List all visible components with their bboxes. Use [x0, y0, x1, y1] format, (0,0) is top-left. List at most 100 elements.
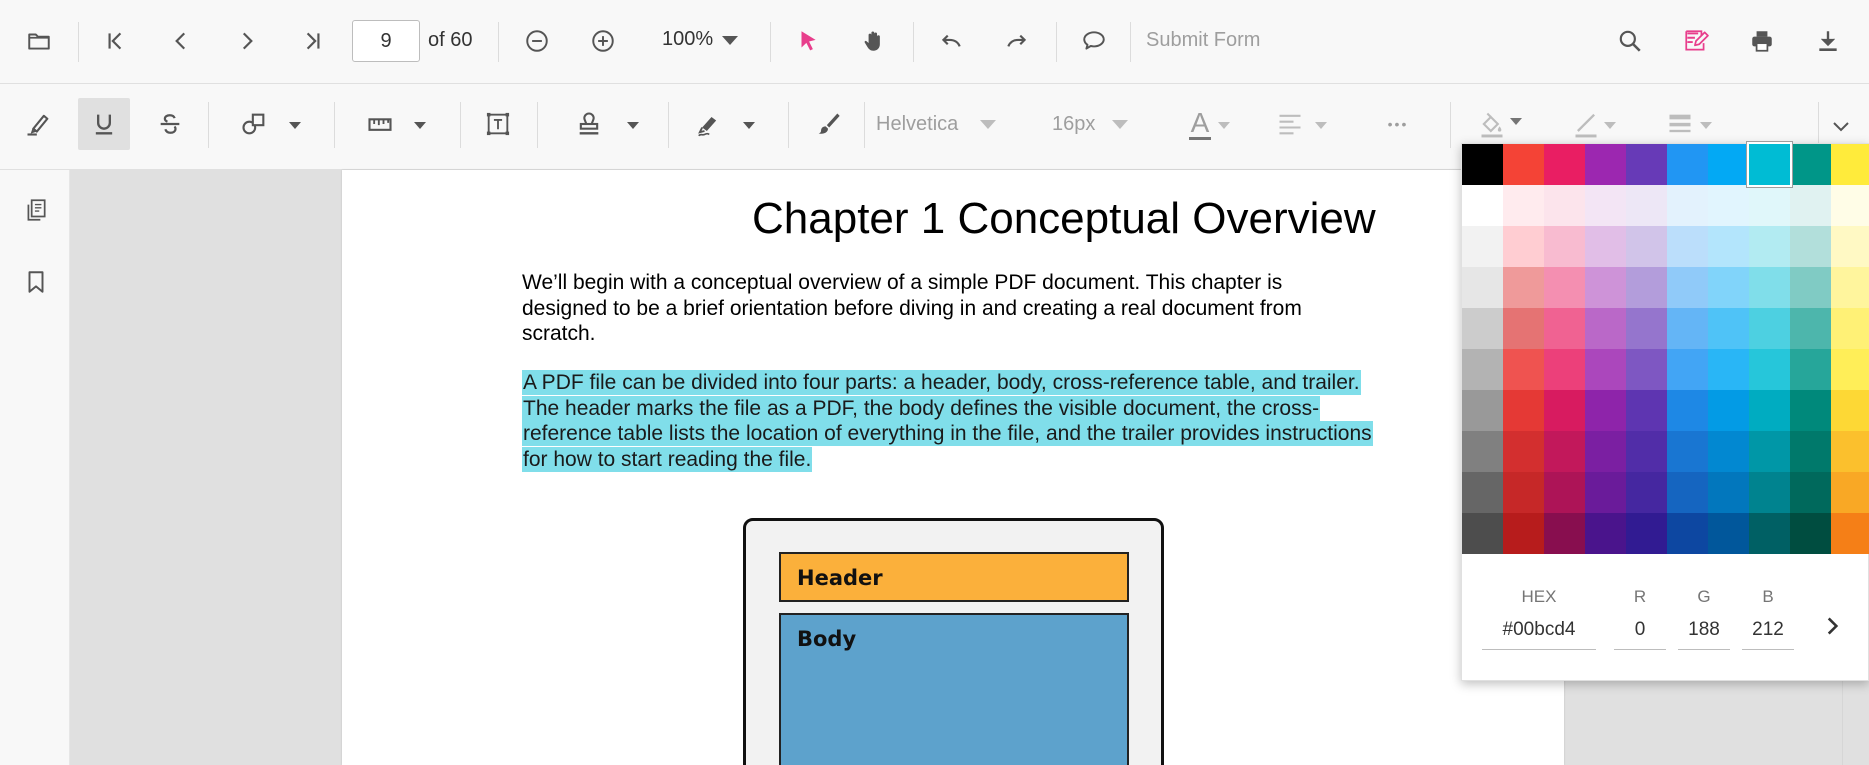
- color-swatch[interactable]: [1462, 144, 1503, 185]
- print-button[interactable]: [1739, 18, 1785, 64]
- color-swatch[interactable]: [1585, 472, 1626, 513]
- color-swatch[interactable]: [1544, 472, 1585, 513]
- color-swatch[interactable]: [1462, 431, 1503, 472]
- text-align-caret-icon[interactable]: [1315, 122, 1327, 129]
- zoom-level[interactable]: 100%: [662, 28, 713, 51]
- stamp-dropdown-caret-icon[interactable]: [627, 122, 639, 129]
- open-file-button[interactable]: [16, 18, 62, 64]
- line-thickness-caret-icon[interactable]: [1700, 122, 1712, 129]
- color-swatch[interactable]: [1831, 431, 1869, 472]
- color-swatch[interactable]: [1626, 308, 1667, 349]
- toolbar-collapse-button[interactable]: [1826, 112, 1856, 142]
- color-swatch[interactable]: [1585, 267, 1626, 308]
- green-input[interactable]: 188: [1678, 610, 1730, 650]
- color-swatch[interactable]: [1585, 431, 1626, 472]
- color-swatch[interactable]: [1749, 513, 1790, 554]
- color-swatch[interactable]: [1585, 513, 1626, 554]
- selection-tool-button[interactable]: [785, 18, 831, 64]
- color-swatch[interactable]: [1708, 308, 1749, 349]
- color-swatch[interactable]: [1544, 185, 1585, 226]
- previous-page-button[interactable]: [158, 18, 204, 64]
- font-size-caret-icon[interactable]: [1112, 120, 1128, 129]
- color-swatch[interactable]: [1626, 472, 1667, 513]
- more-options-button[interactable]: •••: [1372, 98, 1424, 150]
- color-swatch[interactable]: [1749, 472, 1790, 513]
- color-swatch[interactable]: [1790, 144, 1831, 185]
- bookmarks-button[interactable]: [16, 262, 56, 302]
- highlight-annotation[interactable]: A PDF file can be divided into four part…: [522, 370, 1373, 472]
- color-swatch[interactable]: [1667, 267, 1708, 308]
- color-swatch[interactable]: [1503, 267, 1544, 308]
- color-swatch[interactable]: [1790, 308, 1831, 349]
- color-swatch[interactable]: [1462, 185, 1503, 226]
- zoom-dropdown-caret-icon[interactable]: [722, 36, 738, 45]
- color-swatch[interactable]: [1790, 226, 1831, 267]
- color-swatch[interactable]: [1503, 513, 1544, 554]
- signature-tool-button[interactable]: [682, 98, 734, 150]
- zoom-in-button[interactable]: [580, 18, 626, 64]
- highlight-tool-button[interactable]: [12, 98, 64, 150]
- color-swatch[interactable]: [1667, 431, 1708, 472]
- submit-form-button[interactable]: Submit Form: [1146, 29, 1260, 52]
- color-swatch[interactable]: [1585, 390, 1626, 431]
- color-swatch[interactable]: [1626, 390, 1667, 431]
- color-swatch[interactable]: [1667, 349, 1708, 390]
- color-swatch[interactable]: [1503, 185, 1544, 226]
- download-button[interactable]: [1805, 18, 1851, 64]
- shape-tool-button[interactable]: [228, 98, 280, 150]
- color-swatch[interactable]: [1667, 226, 1708, 267]
- color-swatch[interactable]: [1503, 472, 1544, 513]
- color-swatch[interactable]: [1831, 349, 1869, 390]
- color-swatch[interactable]: [1626, 226, 1667, 267]
- color-swatch[interactable]: [1585, 308, 1626, 349]
- color-swatch[interactable]: [1626, 267, 1667, 308]
- blue-input[interactable]: 212: [1742, 610, 1794, 650]
- color-swatch[interactable]: [1747, 142, 1792, 187]
- red-input[interactable]: 0: [1614, 610, 1666, 650]
- color-swatch[interactable]: [1544, 390, 1585, 431]
- color-swatch[interactable]: [1667, 144, 1708, 185]
- color-swatch[interactable]: [1626, 185, 1667, 226]
- color-swatch[interactable]: [1749, 349, 1790, 390]
- current-page-input[interactable]: 9: [352, 20, 420, 62]
- hex-input[interactable]: #00bcd4: [1482, 610, 1596, 650]
- color-swatch[interactable]: [1831, 144, 1869, 185]
- free-text-tool-button[interactable]: [472, 98, 524, 150]
- shape-dropdown-caret-icon[interactable]: [289, 122, 301, 129]
- color-swatch[interactable]: [1790, 431, 1831, 472]
- color-swatch[interactable]: [1544, 431, 1585, 472]
- color-swatch[interactable]: [1544, 308, 1585, 349]
- edit-annotation-button[interactable]: [1673, 18, 1719, 64]
- text-align-button[interactable]: [1264, 98, 1316, 150]
- color-swatch[interactable]: [1585, 144, 1626, 185]
- color-swatch[interactable]: [1831, 513, 1869, 554]
- color-swatch[interactable]: [1708, 431, 1749, 472]
- font-color-caret-icon[interactable]: [1218, 122, 1230, 129]
- color-swatch[interactable]: [1790, 513, 1831, 554]
- next-page-button[interactable]: [224, 18, 270, 64]
- color-swatch[interactable]: [1626, 431, 1667, 472]
- pan-tool-button[interactable]: [851, 18, 897, 64]
- search-button[interactable]: [1607, 18, 1653, 64]
- undo-button[interactable]: [928, 18, 974, 64]
- color-swatch[interactable]: [1462, 349, 1503, 390]
- color-swatch[interactable]: [1503, 226, 1544, 267]
- measure-tool-button[interactable]: [354, 98, 406, 150]
- color-swatch[interactable]: [1667, 513, 1708, 554]
- color-swatch[interactable]: [1544, 267, 1585, 308]
- color-swatch[interactable]: [1462, 226, 1503, 267]
- color-swatch[interactable]: [1667, 185, 1708, 226]
- measure-dropdown-caret-icon[interactable]: [414, 122, 426, 129]
- color-mode-next-button[interactable]: [1812, 606, 1852, 646]
- underline-tool-button[interactable]: [78, 98, 130, 150]
- color-swatch[interactable]: [1544, 513, 1585, 554]
- color-swatch[interactable]: [1749, 226, 1790, 267]
- color-swatch[interactable]: [1749, 185, 1790, 226]
- color-swatch[interactable]: [1585, 349, 1626, 390]
- color-swatch[interactable]: [1544, 226, 1585, 267]
- color-swatch[interactable]: [1667, 390, 1708, 431]
- color-swatch[interactable]: [1749, 390, 1790, 431]
- color-swatch[interactable]: [1626, 349, 1667, 390]
- color-swatch[interactable]: [1749, 267, 1790, 308]
- color-swatch[interactable]: [1626, 513, 1667, 554]
